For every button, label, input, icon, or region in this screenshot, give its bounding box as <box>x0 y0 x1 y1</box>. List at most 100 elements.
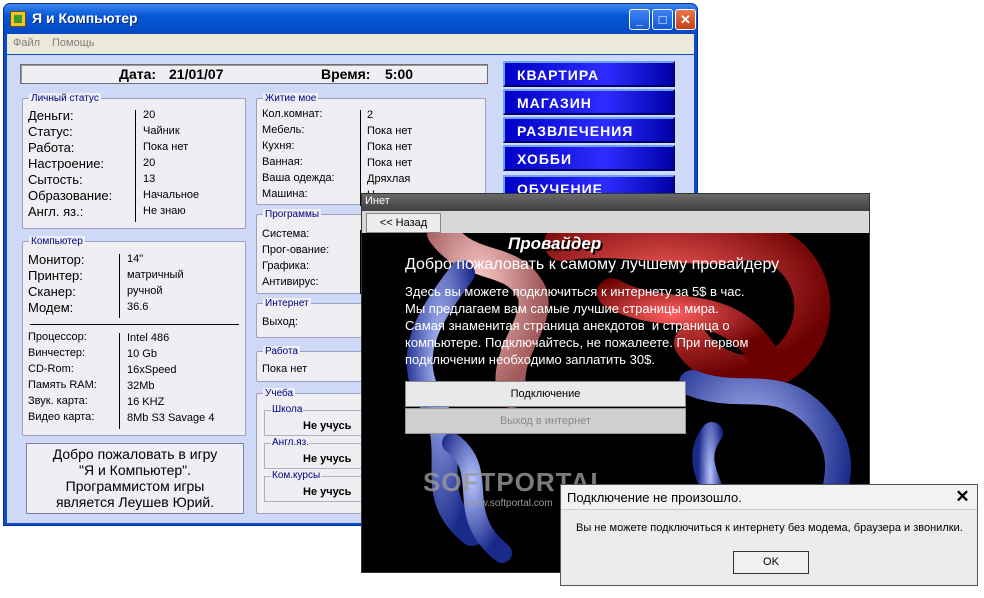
work-value: Пока нет <box>262 363 308 375</box>
study-courses-label: Ком.курсы <box>271 470 322 481</box>
connect-button[interactable]: Подключение <box>405 381 686 407</box>
info-row-label: Мебель: <box>262 124 305 136</box>
provider-description: Здесь вы можете подключиться к интернету… <box>405 284 749 367</box>
info-row: Работа: Пока нет <box>22 140 246 158</box>
info-row: Принтер: матричный <box>22 268 246 286</box>
nav-button-hobby[interactable]: ХОББИ <box>503 145 675 171</box>
study-english-value: Не учусь <box>303 453 352 465</box>
dialog-titlebar[interactable]: Подключение не произошло. ✕ <box>561 485 977 510</box>
study-courses-value: Не учусь <box>303 486 352 498</box>
info-row-value: 16xSpeed <box>127 364 177 376</box>
info-row: Сканер: ручной <box>22 284 246 302</box>
internet-legend: Интернет <box>263 298 311 309</box>
info-row-value: 16 KHZ <box>127 396 165 408</box>
menu-bar: Файл Помощь <box>7 34 694 54</box>
info-row: Видео карта: 8Mb S3 Savage 4 <box>22 411 246 429</box>
internet-titlebar[interactable]: Инет <box>362 194 869 211</box>
info-row-label: CD-Rom: <box>28 363 74 375</box>
close-button[interactable]: ✕ <box>675 9 696 30</box>
info-row-label: Сканер: <box>28 284 76 299</box>
welcome-line-4: является Леушев Юрий. <box>55 494 215 510</box>
info-row-label: Видео карта: <box>28 411 95 423</box>
info-row-value: Intel 486 <box>127 332 170 344</box>
info-row-label: Ванная: <box>262 156 303 168</box>
info-row-label: Кухня: <box>262 140 295 152</box>
info-row-value: 10 Gb <box>127 348 157 360</box>
date-label: Дата: <box>119 66 157 82</box>
study-english-label: Англ.яз. <box>271 437 311 448</box>
internet-exit-label: Выход: <box>262 316 298 328</box>
softportal-url: www.softportal.com <box>466 498 553 509</box>
info-row-value: Начальное <box>143 189 200 201</box>
info-row-label: Процессор: <box>28 331 87 343</box>
menu-help[interactable]: Помощь <box>52 37 95 49</box>
maximize-button[interactable]: □ <box>652 9 673 30</box>
info-row-label: Деньги: <box>28 108 74 123</box>
info-row-label: Графика: <box>262 260 309 272</box>
date-value: 21/01/07 <box>169 66 224 82</box>
info-row: Кухня: Пока нет <box>256 140 486 158</box>
welcome-panel: Добро пожаловать в игру "Я и Компьютер".… <box>26 443 244 514</box>
programs-legend: Программы <box>263 209 322 220</box>
living-legend: Житие мое <box>263 93 319 104</box>
info-row-value: 13 <box>143 173 156 185</box>
nav-button-shop[interactable]: МАГАЗИН <box>503 89 675 115</box>
dialog-message: Вы не можете подключиться к интернету бе… <box>576 522 963 534</box>
info-row: Звук. карта: 16 KHZ <box>22 395 246 413</box>
info-row-value: ручной <box>127 285 163 297</box>
info-row: Настроение: 20 <box>22 156 246 174</box>
date-time-bar: Дата: 21/01/07 Время: 5:00 <box>20 64 488 84</box>
time-value: 5:00 <box>385 66 414 82</box>
minimize-button[interactable]: _ <box>629 9 650 30</box>
info-row: Модем: 36.6 <box>22 300 246 318</box>
info-row-value: 2 <box>367 109 374 121</box>
info-row-label: Звук. карта: <box>28 395 88 407</box>
info-row-value: Пока нет <box>367 157 413 169</box>
info-row: Монитор: 14" <box>22 252 246 270</box>
provider-welcome: Добро пожаловать к самому лучшему провай… <box>405 256 780 273</box>
info-row-label: Антивирус: <box>262 276 319 288</box>
nav-button-apartment[interactable]: КВАРТИРА <box>503 61 675 87</box>
info-row: Ванная: Пока нет <box>256 156 486 174</box>
info-row-value: 14" <box>127 253 144 265</box>
study-school-value: Не учусь <box>303 420 352 432</box>
info-row-value: 20 <box>143 157 156 169</box>
dialog-close-icon[interactable]: ✕ <box>953 488 972 507</box>
study-legend: Учеба <box>263 388 296 399</box>
info-row-label: Англ. яз.: <box>28 204 84 219</box>
info-row-label: Кол.комнат: <box>262 108 323 120</box>
info-row-label: Система: <box>262 228 310 240</box>
info-row-label: Образование: <box>28 188 113 203</box>
info-row-value: 32Mb <box>127 380 155 392</box>
info-row: Статус: Чайник <box>22 124 246 142</box>
info-row-value: Чайник <box>143 125 180 137</box>
info-row: Англ. яз.: Не знаю <box>22 204 246 222</box>
row-separator <box>119 302 120 318</box>
info-row: Деньги: 20 <box>22 108 246 126</box>
info-row-value: Пока нет <box>367 125 413 137</box>
menu-file[interactable]: Файл <box>13 37 40 49</box>
info-row-value: 20 <box>143 109 156 121</box>
back-button[interactable]: << Назад <box>366 213 441 233</box>
info-row-value: Не знаю <box>143 205 186 217</box>
nav-button-entertainment[interactable]: РАЗВЛЕЧЕНИЯ <box>503 117 675 143</box>
info-row-value: матричный <box>127 269 184 281</box>
info-row: Мебель: Пока нет <box>256 124 486 142</box>
ok-button[interactable]: OK <box>733 551 809 574</box>
info-row: CD-Rom: 16xSpeed <box>22 363 246 381</box>
main-titlebar[interactable]: Я и Компьютер _ □ ✕ <box>4 4 697 34</box>
info-row-label: Статус: <box>28 124 73 139</box>
info-row: Сытость: 13 <box>22 172 246 190</box>
info-row-label: Монитор: <box>28 252 85 267</box>
dialog-title: Подключение не произошло. <box>567 490 742 505</box>
info-row: Кол.комнат: 2 <box>256 108 486 126</box>
go-online-button[interactable]: Выход в интернет <box>405 408 686 434</box>
provider-heading: Провайдер <box>508 234 602 253</box>
info-row-label: Машина: <box>262 188 308 200</box>
work-legend: Работа <box>263 346 300 357</box>
info-row: Память RAM: 32Mb <box>22 379 246 397</box>
info-row-value: 36.6 <box>127 301 149 313</box>
info-row-value: Пока нет <box>367 141 413 153</box>
time-label: Время: <box>321 66 371 82</box>
info-row-label: Память RAM: <box>28 379 97 391</box>
